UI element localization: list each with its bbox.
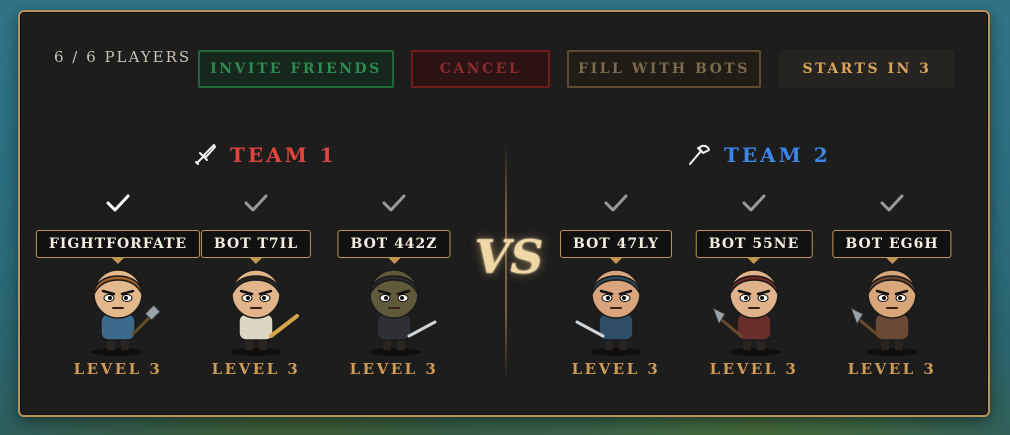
weapon-blade <box>269 314 299 338</box>
check-icon <box>742 194 766 212</box>
lobby-panel: 6 / 6 PLAYERS INVITE FRIENDS CANCEL FILL… <box>18 10 990 417</box>
player-slot[interactable]: BOT EG6H LEVEL 3 <box>817 188 967 388</box>
ground-shadow <box>368 348 420 356</box>
character-avatar <box>92 269 161 356</box>
pupil <box>882 296 886 300</box>
pupil <box>262 296 266 300</box>
player-slot[interactable]: BOT 47LY LEVEL 3 <box>541 188 691 388</box>
team-2-title: TEAM 2 <box>686 142 831 168</box>
ground-shadow <box>728 348 780 356</box>
player-level: LEVEL 3 <box>709 360 799 378</box>
character-avatar <box>230 269 299 356</box>
team-1-title: TEAM 1 <box>192 142 337 168</box>
pupil <box>744 296 748 300</box>
player-name: BOT EG6H <box>832 230 952 258</box>
check-icon <box>604 194 628 212</box>
check-icon <box>880 194 904 212</box>
weapon-blade <box>407 320 437 338</box>
player-level: LEVEL 3 <box>73 360 163 378</box>
sword-icon <box>195 144 216 165</box>
player-name: BOT 442Z <box>337 230 451 258</box>
check-icon <box>106 194 130 212</box>
player-slot[interactable]: BOT 55NE LEVEL 3 <box>679 188 829 388</box>
character-avatar <box>850 269 918 356</box>
player-name: BOT 47LY <box>559 230 673 258</box>
pupil <box>400 296 404 300</box>
ground-shadow <box>92 348 144 356</box>
player-level: LEVEL 3 <box>847 360 937 378</box>
player-slot[interactable]: BOT T7IL LEVEL 3 <box>181 188 331 388</box>
pupil <box>622 296 626 300</box>
axe-icon <box>689 144 710 165</box>
character-avatar <box>368 269 437 356</box>
players-count: 6 / 6 PLAYERS <box>54 48 192 66</box>
pupil <box>760 296 764 300</box>
player-slot[interactable]: BOT 442Z LEVEL 3 <box>319 188 469 388</box>
character-avatar <box>575 269 642 356</box>
fill-with-bots-button[interactable]: FILL WITH BOTS <box>567 50 761 88</box>
pupil <box>606 296 610 300</box>
pupil <box>246 296 250 300</box>
vs-label: VS <box>474 230 544 284</box>
ground-shadow <box>866 348 918 356</box>
starts-countdown: STARTS IN 3 <box>779 50 955 88</box>
ground-shadow <box>590 348 642 356</box>
ground-shadow <box>230 348 282 356</box>
team-1-label: TEAM 1 <box>230 143 337 167</box>
check-icon <box>382 194 406 212</box>
player-level: LEVEL 3 <box>211 360 301 378</box>
player-name: BOT T7IL <box>200 230 312 258</box>
cancel-button[interactable]: CANCEL <box>411 50 550 88</box>
player-name: BOT 55NE <box>695 230 813 258</box>
team-2-label: TEAM 2 <box>724 143 831 167</box>
character-avatar <box>712 269 780 356</box>
invite-friends-button[interactable]: INVITE FRIENDS <box>198 50 394 88</box>
player-level: LEVEL 3 <box>349 360 439 378</box>
pupil <box>384 296 388 300</box>
pupil <box>108 296 112 300</box>
player-level: LEVEL 3 <box>571 360 661 378</box>
pupil <box>898 296 902 300</box>
player-name: FIGHTFORFATE <box>35 230 201 258</box>
player-slot[interactable]: FIGHTFORFATE LEVEL 3 <box>35 188 201 388</box>
pupil <box>124 296 128 300</box>
check-icon <box>244 194 268 212</box>
